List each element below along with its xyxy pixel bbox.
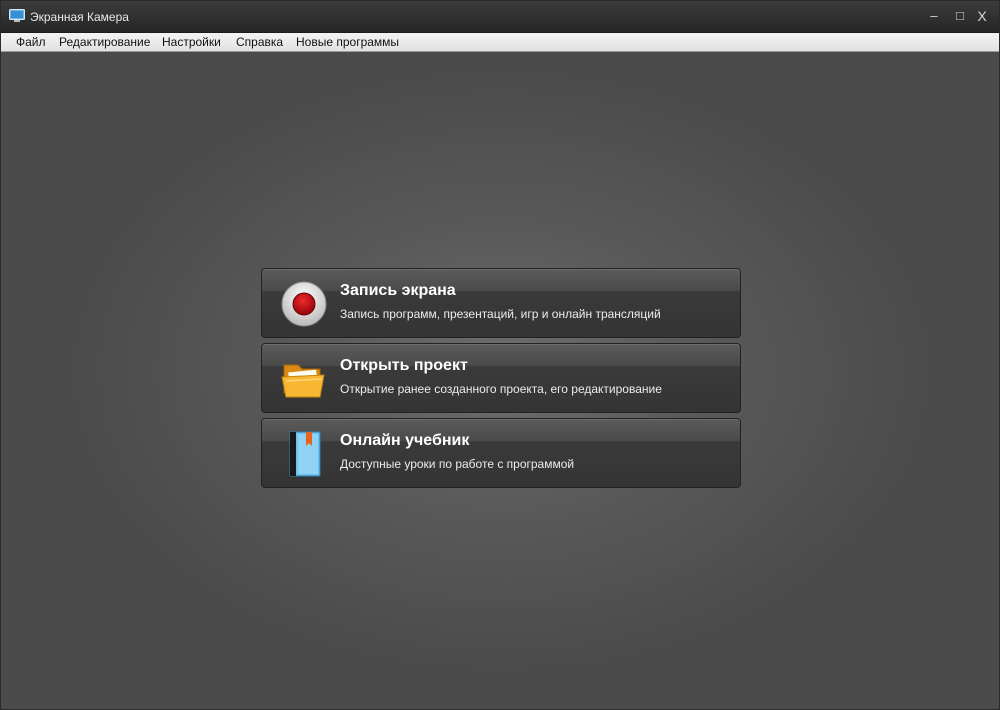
title-bar: Экранная Камера – □ X bbox=[1, 1, 999, 33]
card-subtitle: Открытие ранее созданного проекта, его р… bbox=[340, 382, 662, 396]
main-content: Запись экрана Запись программ, презентац… bbox=[1, 53, 999, 709]
card-title: Открыть проект bbox=[340, 357, 468, 374]
card-title: Запись экрана bbox=[340, 282, 456, 299]
window-title: Экранная Камера bbox=[30, 10, 129, 24]
maximize-button[interactable]: □ bbox=[949, 7, 971, 25]
record-icon bbox=[281, 281, 327, 327]
card-subtitle: Доступные уроки по работе с программой bbox=[340, 457, 575, 471]
close-button[interactable]: X bbox=[971, 7, 993, 25]
book-icon bbox=[289, 431, 321, 477]
card-title: Онлайн учебник bbox=[340, 432, 470, 449]
folder-icon bbox=[281, 364, 325, 398]
monitor-icon bbox=[9, 9, 25, 22]
record-screen-button[interactable]: Запись экрана Запись программ, презентац… bbox=[261, 268, 741, 338]
minimize-button[interactable]: – bbox=[923, 7, 945, 25]
menu-new-programs[interactable]: Новые программы bbox=[296, 35, 399, 49]
card-subtitle: Запись программ, презентаций, игр и онла… bbox=[340, 307, 661, 321]
open-project-button[interactable]: Открыть проект Открытие ранее созданного… bbox=[261, 343, 741, 413]
menu-edit[interactable]: Редактирование bbox=[59, 35, 150, 49]
menu-settings[interactable]: Настройки bbox=[162, 35, 221, 49]
online-tutorial-button[interactable]: Онлайн учебник Доступные уроки по работе… bbox=[261, 418, 741, 488]
menu-bar: Файл Редактирование Настройки Справка Но… bbox=[1, 33, 999, 52]
menu-file[interactable]: Файл bbox=[16, 35, 46, 49]
menu-help[interactable]: Справка bbox=[236, 35, 283, 49]
app-window: Экранная Камера – □ X Файл Редактировани… bbox=[0, 0, 1000, 710]
